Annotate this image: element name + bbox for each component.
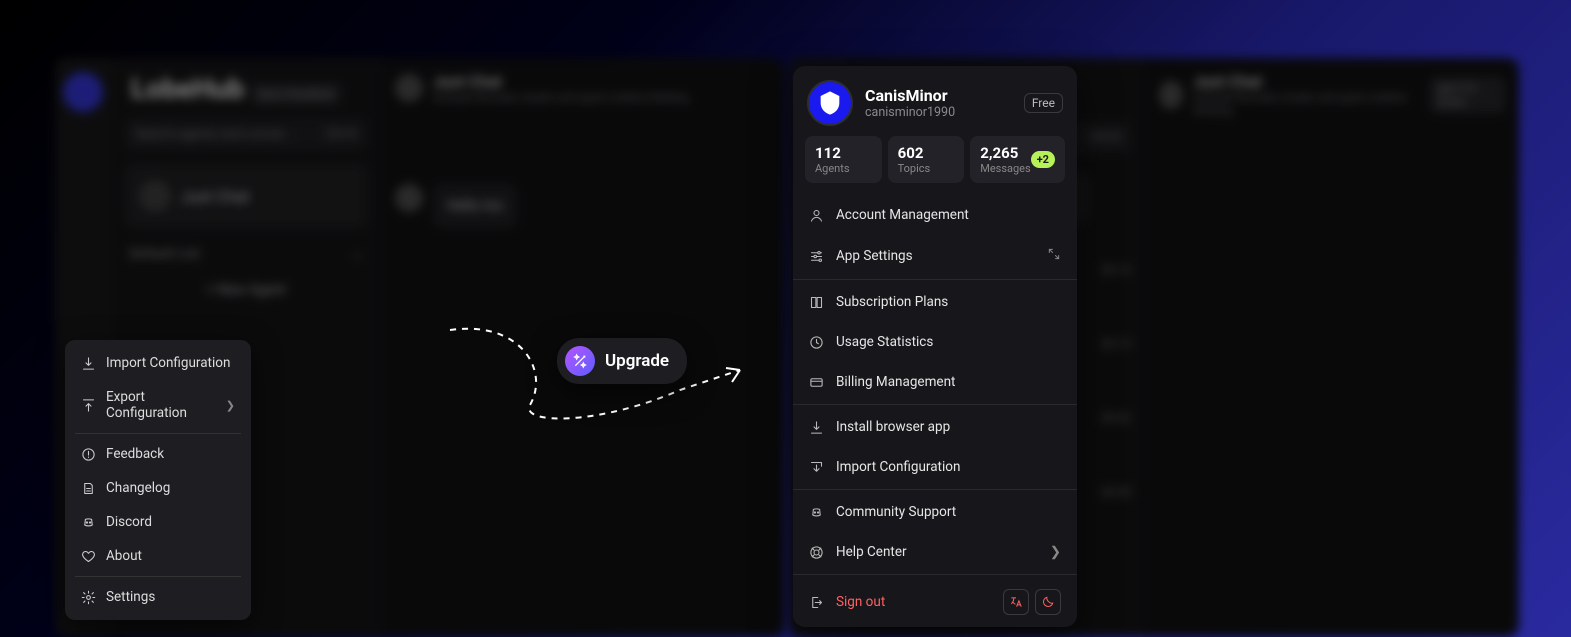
separator	[793, 404, 1077, 405]
row-label: Community Support	[836, 504, 956, 520]
separator	[793, 574, 1077, 575]
row-label: Sign out	[836, 594, 885, 610]
separator	[793, 279, 1077, 280]
extra-badge: +2	[1031, 151, 1055, 168]
chevron-right-icon: ❯	[226, 399, 235, 412]
row-app-settings[interactable]: App Settings	[793, 235, 1077, 277]
import-icon	[81, 356, 96, 371]
user-icon	[809, 208, 824, 223]
profile-header: CanisMinor canisminor1990 Free	[793, 66, 1077, 136]
row-install-browser-app[interactable]: Install browser app	[793, 407, 1077, 447]
row-subscription-plans[interactable]: Subscription Plans	[793, 282, 1077, 322]
language-button[interactable]	[1003, 589, 1029, 615]
row-label: Usage Statistics	[836, 334, 933, 350]
menu-item-label: Settings	[106, 589, 155, 605]
stat-agents[interactable]: 112 Agents	[805, 136, 882, 183]
row-help-center[interactable]: Help Center ❯	[793, 532, 1077, 572]
feedback-icon	[81, 447, 96, 462]
menu-item-about[interactable]: About	[71, 539, 245, 573]
menu-item-changelog[interactable]: Changelog	[71, 471, 245, 505]
row-label: Import Configuration	[836, 459, 960, 475]
menu-separator	[75, 576, 241, 577]
menu-item-discord[interactable]: Discord	[71, 505, 245, 539]
row-sign-out[interactable]: Sign out	[793, 577, 1077, 627]
lifebuoy-icon	[809, 545, 824, 560]
row-usage-statistics[interactable]: Usage Statistics	[793, 322, 1077, 362]
export-icon	[81, 398, 96, 413]
upgrade-button[interactable]: Upgrade	[557, 338, 687, 384]
menu-item-label: Export Configuration	[106, 389, 216, 421]
menu-item-export-configuration[interactable]: Export Configuration ❯	[71, 380, 245, 430]
gear-icon	[81, 590, 96, 605]
row-label: Install browser app	[836, 419, 950, 435]
discord-icon	[81, 515, 96, 530]
magic-wand-icon	[565, 346, 595, 376]
upgrade-label: Upgrade	[605, 351, 669, 371]
row-billing-management[interactable]: Billing Management	[793, 362, 1077, 402]
sign-out-icon	[809, 595, 824, 610]
menu-item-label: Feedback	[106, 446, 164, 462]
row-label: App Settings	[836, 248, 913, 264]
heart-icon	[81, 549, 96, 564]
avatar[interactable]	[807, 80, 853, 126]
chevron-right-icon: ❯	[1050, 544, 1061, 560]
settings-popup-menu: Import Configuration Export Configuratio…	[65, 340, 251, 620]
row-community-support[interactable]: Community Support	[793, 492, 1077, 532]
credit-card-icon	[809, 375, 824, 390]
profile-name: CanisMinor	[865, 86, 955, 105]
menu-item-feedback[interactable]: Feedback	[71, 437, 245, 471]
row-label: Help Center	[836, 544, 907, 560]
menu-item-label: Changelog	[106, 480, 170, 496]
menu-separator	[75, 433, 241, 434]
menu-item-label: About	[106, 548, 142, 564]
discord-icon	[809, 505, 824, 520]
profile-handle: canisminor1990	[865, 105, 955, 120]
separator	[793, 489, 1077, 490]
clock-icon	[809, 335, 824, 350]
menu-item-settings[interactable]: Settings	[71, 580, 245, 614]
account-panel: CanisMinor canisminor1990 Free 112 Agent…	[793, 66, 1077, 627]
sliders-icon	[809, 249, 824, 264]
book-icon	[809, 295, 824, 310]
stat-messages[interactable]: 2,265 Messages +2	[970, 136, 1065, 183]
stats-row: 112 Agents 602 Topics 2,265 Messages +2	[793, 136, 1077, 195]
expand-icon[interactable]	[1047, 247, 1061, 265]
theme-button[interactable]	[1035, 589, 1061, 615]
import-icon	[809, 460, 824, 475]
changelog-icon	[81, 481, 96, 496]
row-label: Subscription Plans	[836, 294, 948, 310]
stat-topics[interactable]: 602 Topics	[888, 136, 965, 183]
row-account-management[interactable]: Account Management	[793, 195, 1077, 235]
row-label: Billing Management	[836, 374, 955, 390]
plan-badge: Free	[1024, 93, 1063, 113]
menu-item-import-configuration[interactable]: Import Configuration	[71, 346, 245, 380]
menu-item-label: Discord	[106, 514, 152, 530]
download-icon	[809, 420, 824, 435]
row-label: Account Management	[836, 207, 969, 223]
menu-item-label: Import Configuration	[106, 355, 230, 371]
row-import-configuration[interactable]: Import Configuration	[793, 447, 1077, 487]
